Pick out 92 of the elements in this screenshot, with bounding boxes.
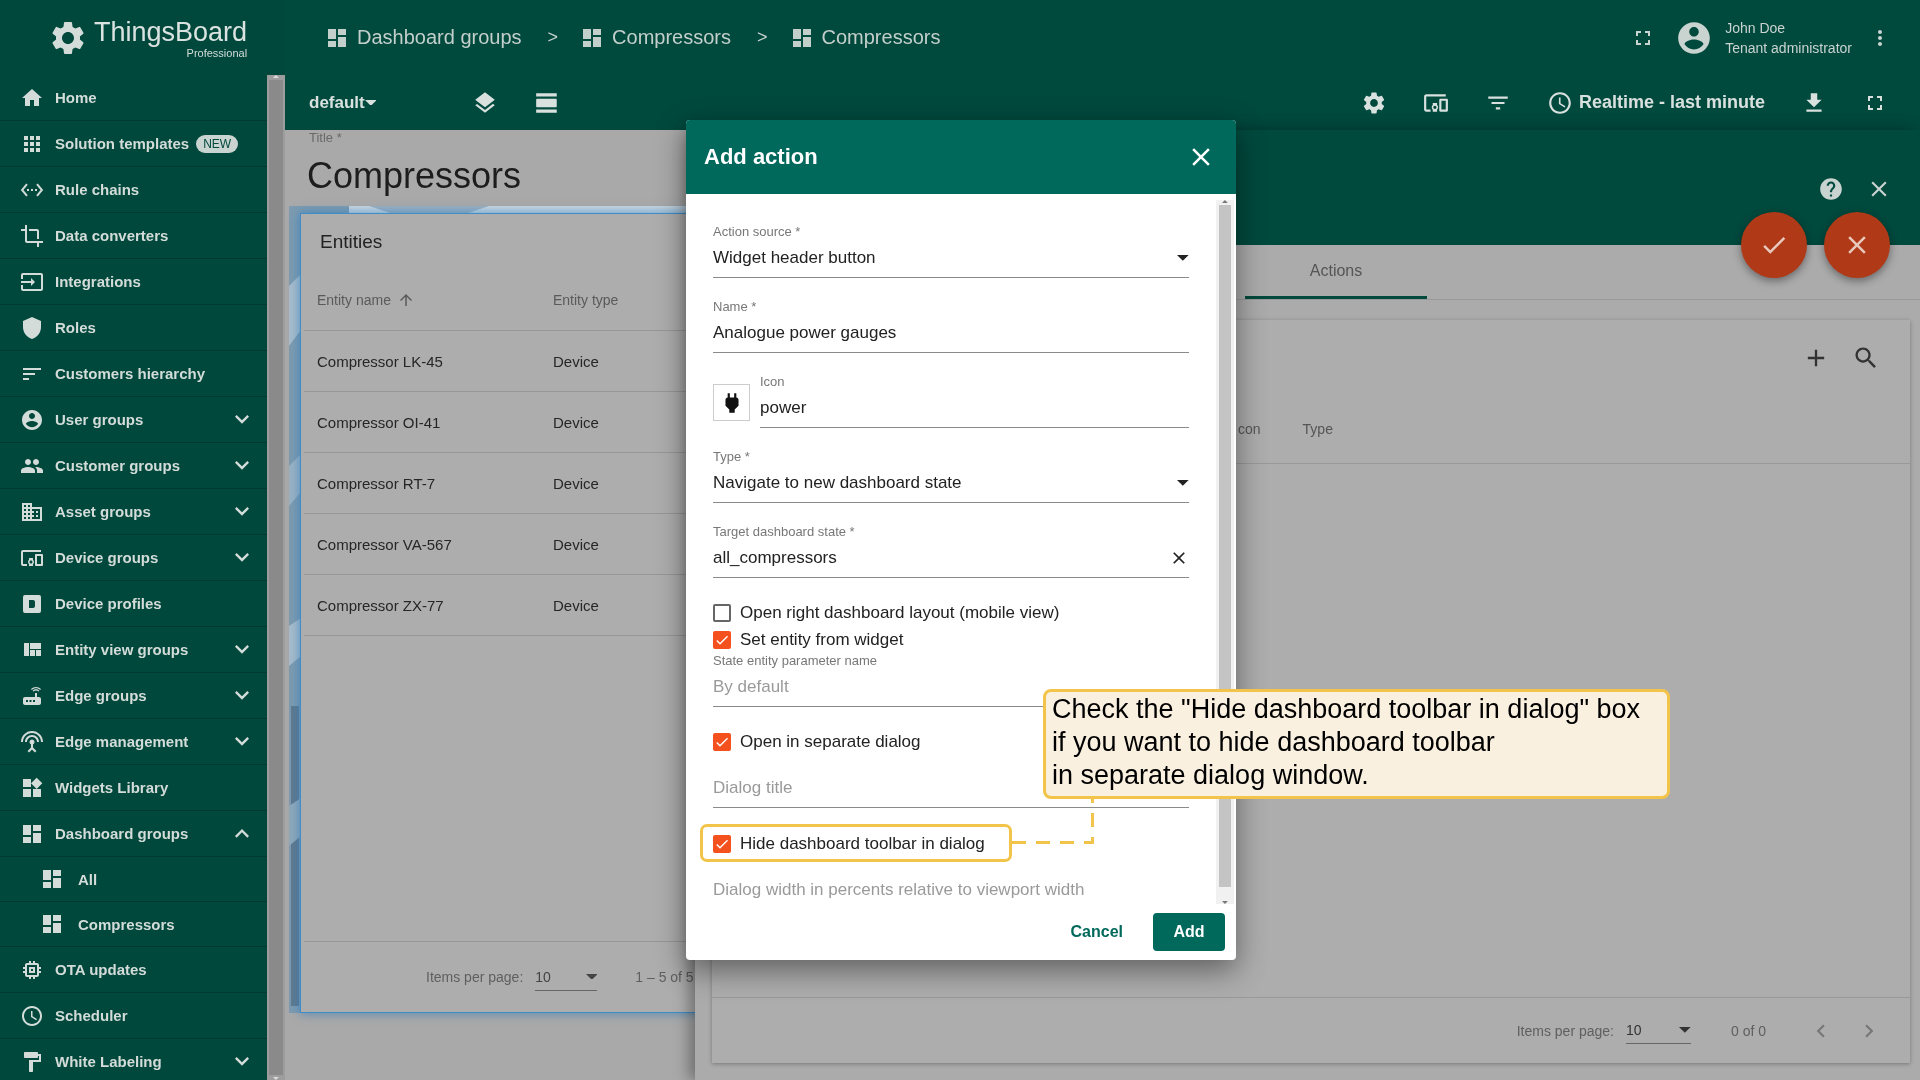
dialog-title: Add action (704, 144, 818, 170)
breadcrumb-link[interactable]: Compressors (580, 25, 731, 50)
checkbox-label: Hide dashboard toolbar in dialog (740, 833, 985, 854)
sidebar-item[interactable]: Device profiles (0, 581, 267, 627)
sidebar-item[interactable]: Dashboard groups (0, 811, 267, 857)
table-cell-text: Compressor RT-7 (316, 474, 437, 492)
user-role: Tenant administrator (1725, 38, 1852, 58)
dashboard-icon (40, 867, 64, 891)
scrollbar[interactable] (267, 75, 285, 1080)
antenna-icon (20, 729, 44, 754)
breadcrumb-separator: > (547, 27, 559, 48)
cancel-button[interactable]: Cancel (1054, 913, 1139, 951)
table-cell: Device (553, 535, 599, 553)
table-cell-text: Compressor LK-45 (316, 352, 444, 370)
widget-title: Entities (319, 230, 384, 254)
field-label: Action source * (713, 224, 802, 240)
input-field[interactable]: all_compressors (713, 546, 1169, 570)
sidebar-item[interactable]: Customer groups (0, 443, 267, 489)
input-field[interactable]: Dialog width in percents relative to viewport width (713, 878, 1189, 902)
checkbox[interactable] (713, 603, 731, 622)
breadcrumb-link[interactable]: Dashboard groups (325, 25, 522, 50)
sidebar-item[interactable]: OTA updates (0, 947, 267, 993)
sidebar-item[interactable]: Compressors (0, 902, 267, 947)
table-cell-text: Compressor OI-41 (316, 413, 442, 431)
items-per-page-label: Items per page: (426, 969, 524, 985)
icon-picker-button[interactable] (713, 384, 750, 421)
sidebar-item[interactable]: Asset groups (0, 489, 267, 535)
page-range: 0 of 0 (1730, 1022, 1766, 1039)
items-per-page-label: Items per page: (1516, 1022, 1614, 1039)
user-name: John Doe (1725, 18, 1787, 38)
sidebar-item[interactable]: User groups (0, 397, 267, 443)
add-button[interactable]: Add (1153, 913, 1225, 951)
caret-icon (1177, 255, 1189, 261)
widgets-icon (20, 775, 44, 800)
checkbox[interactable] (713, 732, 731, 751)
page-range: 1 – 5 of 5 (635, 969, 694, 985)
sidebar-item[interactable]: Roles (0, 305, 267, 351)
sidebar-item[interactable]: Edge management (0, 719, 267, 765)
checkbox-label: Open in separate dialog (740, 731, 921, 752)
sidebar-item[interactable]: Entity view groups (0, 627, 267, 673)
input-field[interactable]: power (760, 396, 1189, 420)
person-icon (20, 407, 44, 432)
timewindow-button[interactable]: Realtime - last minute (1546, 89, 1765, 116)
crop-icon (20, 223, 44, 248)
select-field[interactable]: Widget header button (713, 246, 1189, 278)
field-label: Target dashboard state * (713, 524, 856, 540)
sidebar-item[interactable]: Solution templates NEW (0, 121, 267, 167)
clock-icon (20, 1003, 44, 1028)
page-size-select[interactable]: 10 (1625, 1017, 1691, 1044)
table-cell: Device (553, 596, 599, 614)
brand-edition: Professional (186, 46, 248, 59)
brand-name: ThingsBoard (94, 16, 248, 47)
page-size-select[interactable]: 10 (535, 963, 598, 991)
caret-icon (364, 99, 377, 106)
dashboard-icon (40, 912, 64, 936)
table-cell-text: Compressor ZX-77 (316, 596, 445, 614)
sidebar-item[interactable]: Integrations (0, 259, 267, 305)
sidebar-item[interactable]: Edge groups (0, 673, 267, 719)
new-badge: NEW (196, 134, 239, 153)
select-field[interactable]: Navigate to new dashboard state (713, 471, 1189, 503)
dashboard-title: Compressors (306, 155, 523, 197)
checkbox-label: Open right dashboard layout (mobile view) (740, 602, 1060, 623)
breadcrumb-separator: > (757, 27, 768, 48)
sidebar-item[interactable]: Device groups (0, 535, 267, 581)
sidebar-item[interactable]: Home (0, 75, 267, 121)
field-label: Icon (760, 374, 786, 390)
checkbox[interactable] (713, 834, 731, 853)
clock-icon (1546, 89, 1573, 116)
hint-tooltip: Check the "Hide dashboard toolbar in dialog" box if you want to hide dashboard toolbar in separate dialog window. (1043, 689, 1670, 799)
sidebar-item[interactable]: All (0, 857, 267, 902)
field-label: Type * (713, 449, 751, 465)
table-cell: Device (553, 474, 599, 492)
sidebar-item[interactable]: Widgets Library (0, 765, 267, 811)
breadcrumb-link[interactable]: Compressors (789, 25, 941, 50)
input-field[interactable]: Analogue power gauges (713, 321, 1189, 345)
caret-icon (1177, 480, 1189, 486)
caret-icon (1679, 1027, 1691, 1033)
table-cell: Device (553, 352, 599, 370)
decline-button[interactable] (1824, 212, 1890, 278)
table-cell: Device (553, 413, 599, 431)
field-label: Name * (713, 299, 758, 315)
checkbox-label: Set entity from widget (740, 629, 904, 650)
caret-icon (585, 973, 598, 980)
table-cell-text: Compressor VA-567 (316, 535, 453, 553)
help-icon[interactable] (1818, 176, 1844, 202)
checkbox[interactable] (713, 630, 731, 649)
apply-button[interactable] (1741, 212, 1807, 278)
field-label: State entity parameter name (713, 653, 879, 669)
title-label: Title * (308, 130, 343, 146)
shield-icon (20, 315, 44, 340)
state-select[interactable]: default (309, 92, 377, 113)
scroll-down-icon (1222, 901, 1228, 904)
